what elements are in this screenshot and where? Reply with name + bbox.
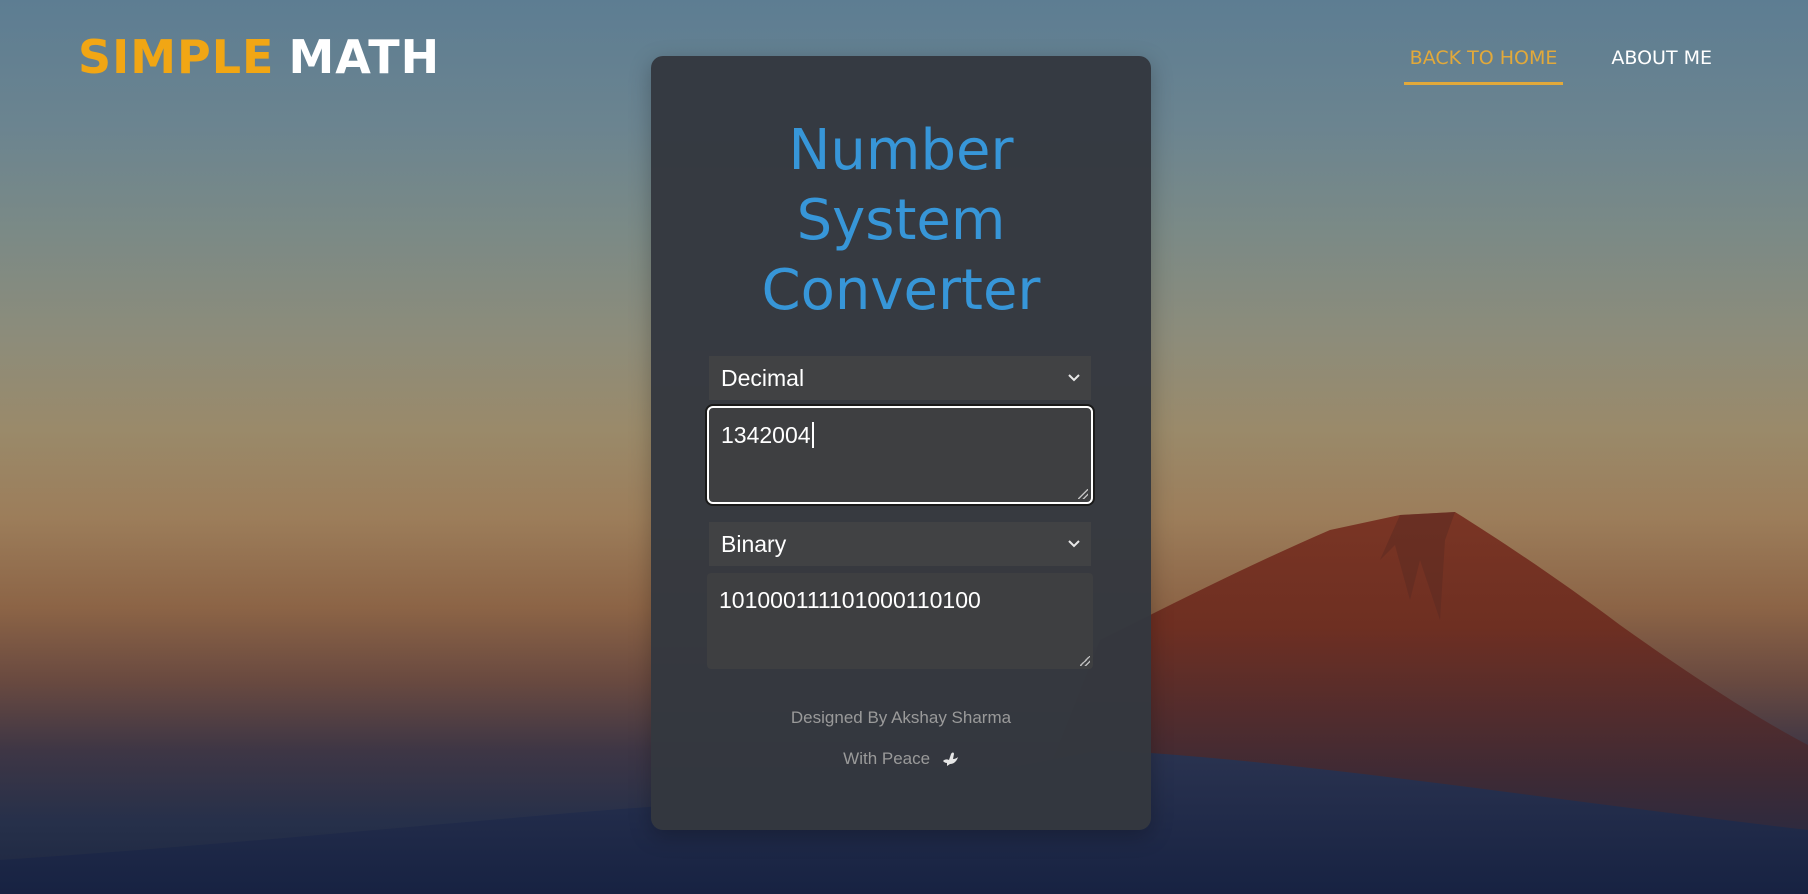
page: { "brand": { "part1": "SIMPLE", "part2":… <box>0 0 1808 894</box>
designer-credit: Designed By Akshay Sharma <box>790 708 1012 727</box>
output-number-textarea[interactable]: 101000111101000110100 <box>707 573 1093 669</box>
to-base-selected-value: Binary <box>721 531 787 557</box>
input-number-textarea[interactable]: 1342004 <box>707 406 1093 504</box>
from-base-select[interactable]: Decimal <box>709 356 1091 400</box>
nav-about-me-link[interactable]: ABOUT ME <box>1605 44 1718 85</box>
site-logo[interactable]: SIMPLE MATH <box>78 28 440 86</box>
nav-back-to-home-link[interactable]: BACK TO HOME <box>1403 44 1564 85</box>
dove-icon <box>941 750 959 775</box>
converter-title: Number System Converter <box>761 118 1041 323</box>
from-base-selected-value: Decimal <box>721 365 805 391</box>
logo-part-math: MATH <box>288 30 441 84</box>
with-peace-line: With Peace <box>651 747 1151 775</box>
input-number-value: 1342004 <box>721 422 811 448</box>
text-caret <box>811 422 814 448</box>
to-base-select[interactable]: Binary <box>709 522 1091 566</box>
top-nav: BACK TO HOME ABOUT ME <box>1403 44 1718 85</box>
resize-handle-icon[interactable] <box>1080 656 1090 666</box>
with-peace-text: With Peace <box>843 749 931 768</box>
converter-card: Number System Converter Decimal 1342004 … <box>651 56 1151 830</box>
logo-part-simple: SIMPLE <box>78 30 275 84</box>
resize-handle-icon[interactable] <box>1078 489 1088 499</box>
output-number-value: 101000111101000110100 <box>719 587 981 613</box>
